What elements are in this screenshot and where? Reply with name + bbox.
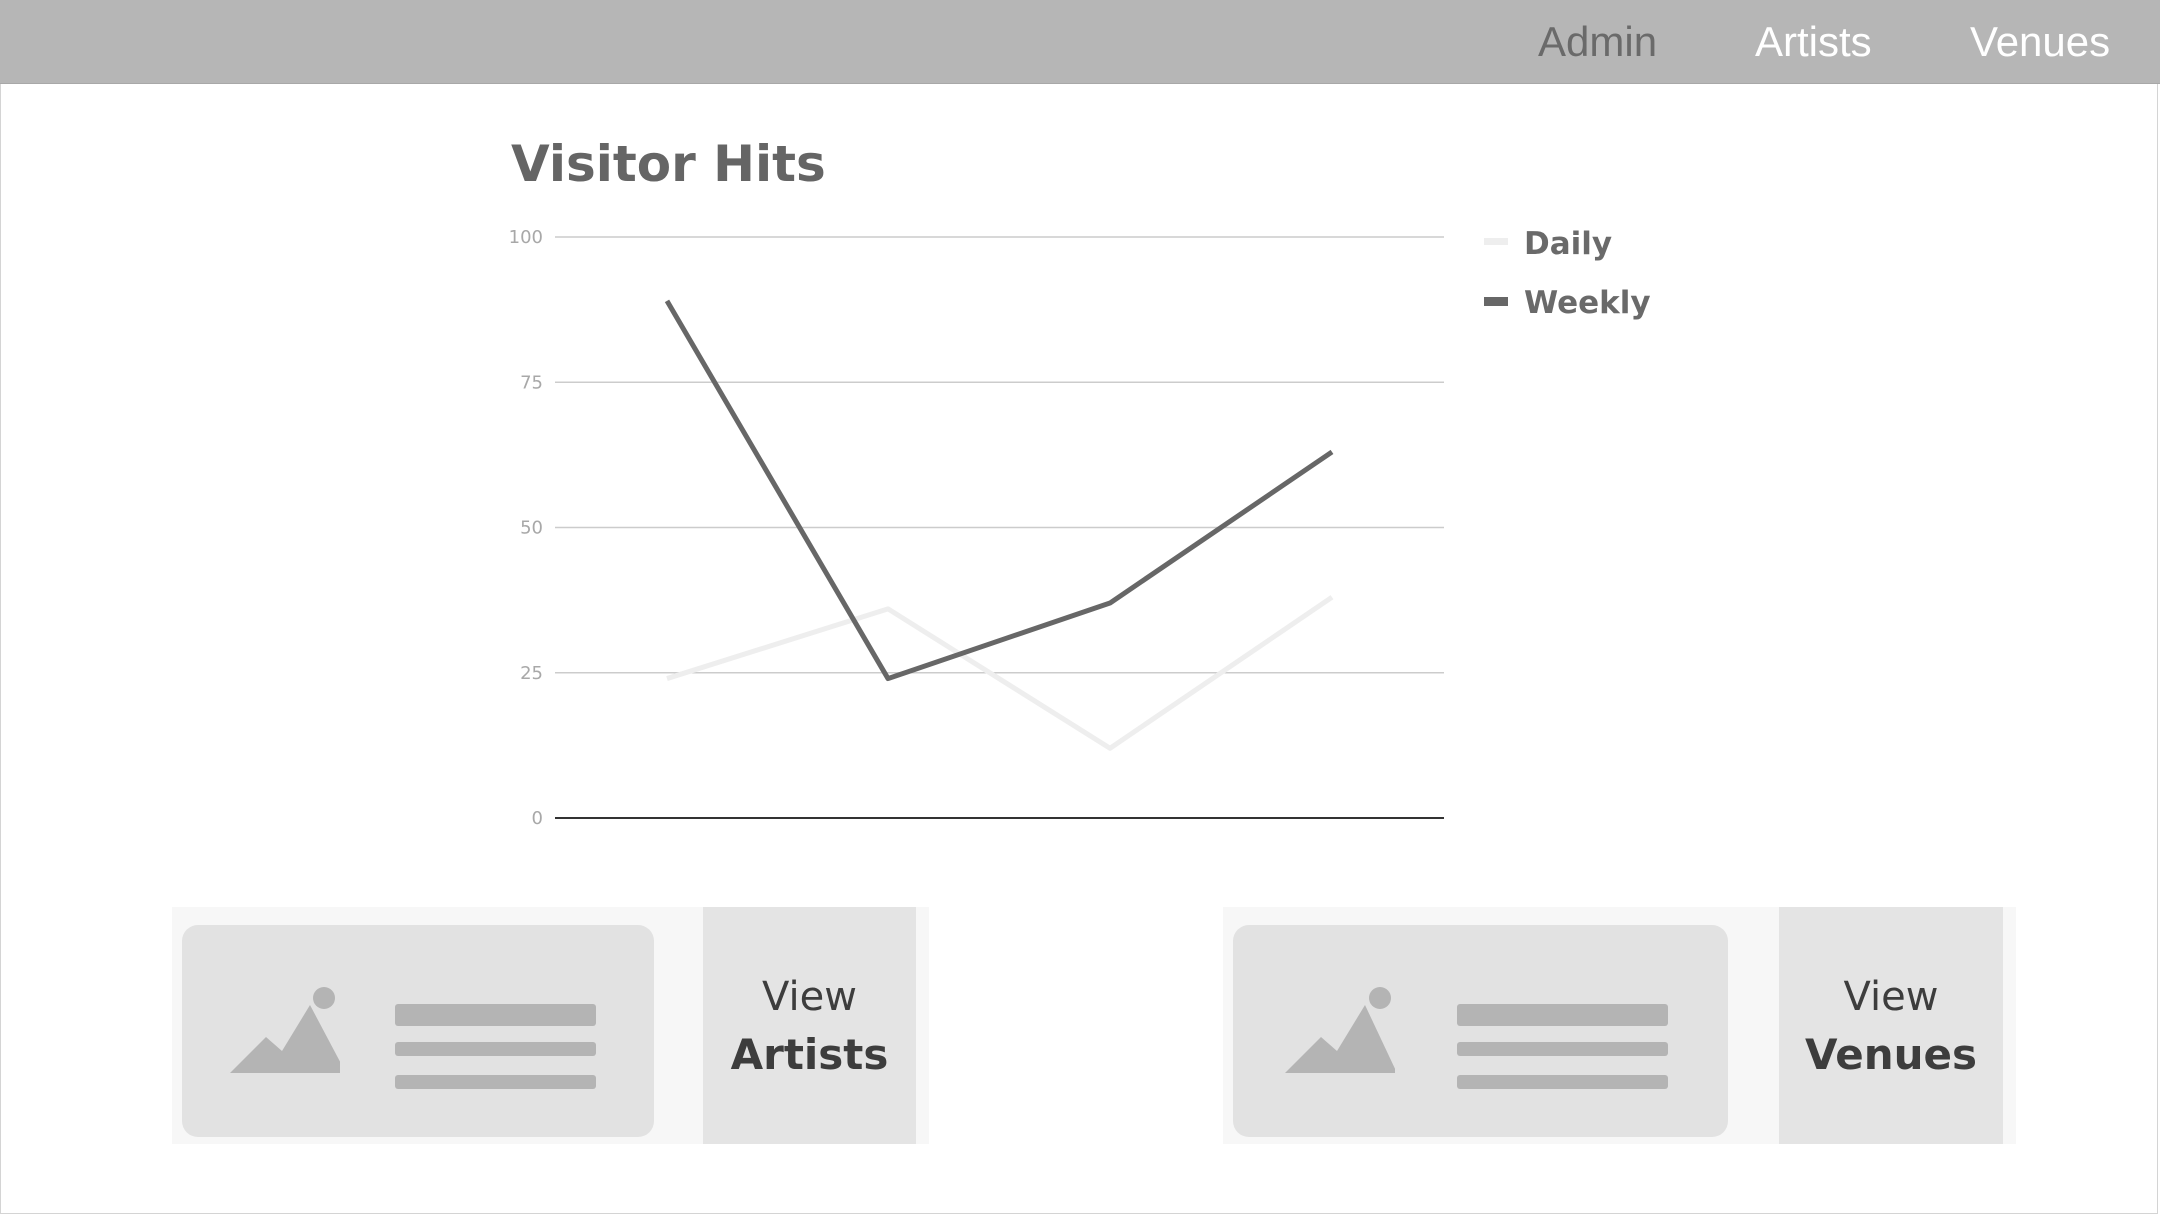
- legend-label-weekly: Weekly: [1524, 285, 1651, 321]
- y-tick-label: 0: [532, 808, 543, 829]
- text-placeholder-line: [395, 1075, 596, 1089]
- y-tick-label: 100: [509, 227, 543, 248]
- legend-swatch-daily: [1484, 238, 1508, 245]
- view-artists-bottom-label: Artists: [730, 1029, 889, 1079]
- image-placeholder-icon: [1285, 987, 1395, 1073]
- artists-card-preview: [182, 925, 654, 1137]
- y-tick-label: 75: [520, 372, 543, 393]
- y-tick-label: 25: [520, 663, 543, 684]
- text-placeholder-line: [1457, 1075, 1668, 1089]
- view-venues-top-label: View: [1843, 973, 1939, 1020]
- venues-card: View Venues: [1223, 907, 2016, 1144]
- legend-label-daily: Daily: [1524, 226, 1612, 262]
- visitor-hits-chart: 0 25 50 75 100 Daily Weekly: [509, 226, 1651, 829]
- view-venues-button[interactable]: View Venues: [1779, 907, 2003, 1144]
- view-artists-button[interactable]: View Artists: [703, 907, 916, 1144]
- image-placeholder-icon: [230, 987, 340, 1073]
- text-placeholder-line: [1457, 1004, 1668, 1026]
- y-tick-label: 50: [520, 518, 543, 539]
- text-placeholder-line: [395, 1004, 596, 1026]
- text-placeholder-line: [395, 1042, 596, 1056]
- text-placeholder-line: [1457, 1042, 1668, 1056]
- view-artists-top-label: View: [762, 973, 857, 1020]
- legend-swatch-weekly: [1484, 297, 1508, 306]
- series-line-weekly: [664, 299, 1334, 682]
- venues-card-preview: [1233, 925, 1728, 1137]
- view-venues-bottom-label: Venues: [1805, 1029, 1977, 1079]
- artists-card: View Artists: [172, 907, 929, 1144]
